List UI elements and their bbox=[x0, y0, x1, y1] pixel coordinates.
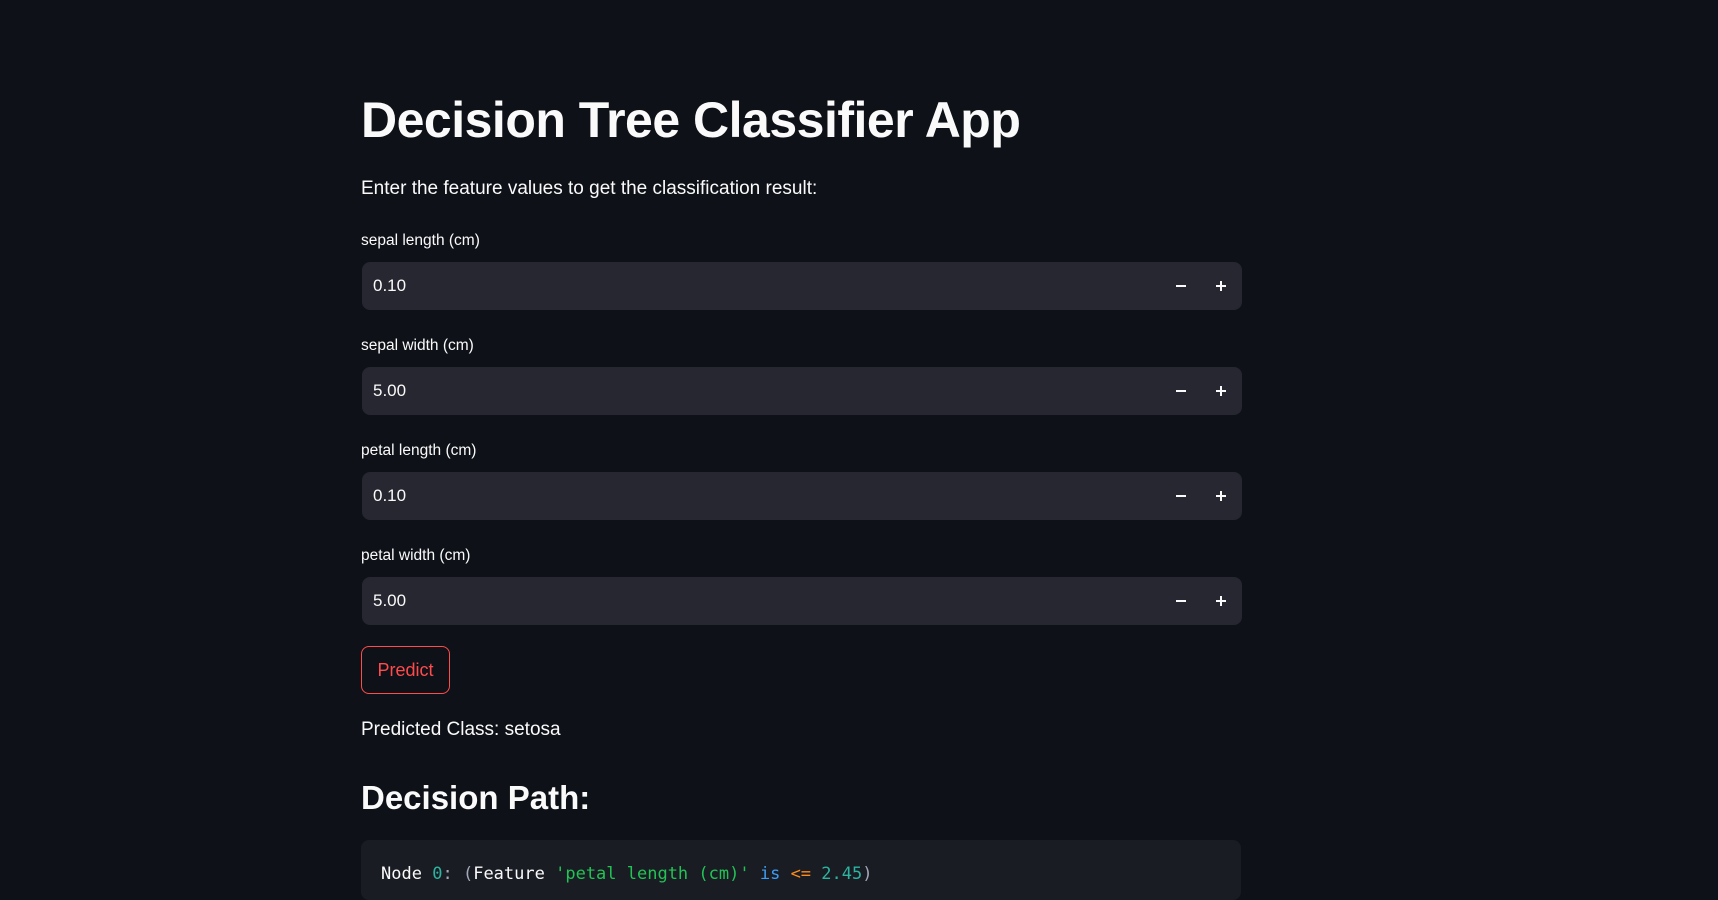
minus-icon bbox=[1176, 390, 1186, 392]
prediction-result: Predicted Class: setosa bbox=[361, 719, 561, 740]
decision-path-heading: Decision Path: bbox=[361, 779, 591, 816]
increment-button[interactable] bbox=[1201, 473, 1241, 519]
plus-icon bbox=[1216, 386, 1226, 396]
field-label: petal length (cm) bbox=[361, 442, 477, 459]
code-token-is: is bbox=[759, 864, 781, 884]
decrement-button[interactable] bbox=[1161, 473, 1201, 519]
code-token-open-paren: ( bbox=[462, 864, 474, 884]
minus-icon bbox=[1176, 600, 1186, 602]
increment-button[interactable] bbox=[1201, 368, 1241, 414]
code-token-colon: : bbox=[442, 864, 453, 884]
number-input-value[interactable]: 5.00 bbox=[373, 368, 406, 414]
number-input[interactable]: 5.00 bbox=[362, 577, 1242, 625]
decision-path-code-block: Node 0: (Feature 'petal length (cm)' is … bbox=[361, 840, 1241, 900]
decrement-button[interactable] bbox=[1161, 368, 1201, 414]
code-line: Node 0: (Feature 'petal length (cm)' is … bbox=[381, 862, 873, 886]
number-input-value[interactable]: 0.10 bbox=[373, 263, 406, 309]
plus-icon bbox=[1216, 596, 1226, 606]
number-input[interactable]: 5.00 bbox=[362, 367, 1242, 415]
number-input[interactable]: 0.10 bbox=[362, 472, 1242, 520]
minus-icon bbox=[1176, 285, 1186, 287]
increment-button[interactable] bbox=[1201, 263, 1241, 309]
page-title: Decision Tree Classifier App bbox=[361, 92, 1021, 148]
number-input[interactable]: 0.10 bbox=[362, 262, 1242, 310]
feature-field-sepal-length: sepal length (cm) 0.10 bbox=[361, 231, 1242, 310]
plus-icon bbox=[1216, 491, 1226, 501]
code-token-threshold: 2.45 bbox=[821, 864, 863, 884]
code-token-feature: Feature bbox=[473, 864, 545, 884]
code-token-operator: <= bbox=[790, 864, 812, 884]
increment-button[interactable] bbox=[1201, 578, 1241, 624]
code-token-node: Node bbox=[381, 864, 422, 884]
predict-button[interactable]: Predict bbox=[361, 646, 450, 694]
decrement-button[interactable] bbox=[1161, 263, 1201, 309]
minus-icon bbox=[1176, 495, 1186, 497]
plus-icon bbox=[1216, 281, 1226, 291]
decrement-button[interactable] bbox=[1161, 578, 1201, 624]
code-token-node-id: 0 bbox=[432, 864, 443, 884]
feature-field-sepal-width: sepal width (cm) 5.00 bbox=[361, 336, 1242, 415]
code-token-close-paren: ) bbox=[862, 864, 873, 884]
field-label: sepal length (cm) bbox=[361, 232, 480, 249]
code-token-feature-name: 'petal length (cm)' bbox=[555, 864, 750, 884]
number-input-value[interactable]: 0.10 bbox=[373, 473, 406, 519]
feature-field-petal-width: petal width (cm) 5.00 bbox=[361, 546, 1242, 625]
intro-text: Enter the feature values to get the clas… bbox=[361, 178, 818, 199]
feature-field-petal-length: petal length (cm) 0.10 bbox=[361, 441, 1242, 520]
field-label: petal width (cm) bbox=[361, 547, 471, 564]
field-label: sepal width (cm) bbox=[361, 337, 474, 354]
number-input-value[interactable]: 5.00 bbox=[373, 578, 406, 624]
